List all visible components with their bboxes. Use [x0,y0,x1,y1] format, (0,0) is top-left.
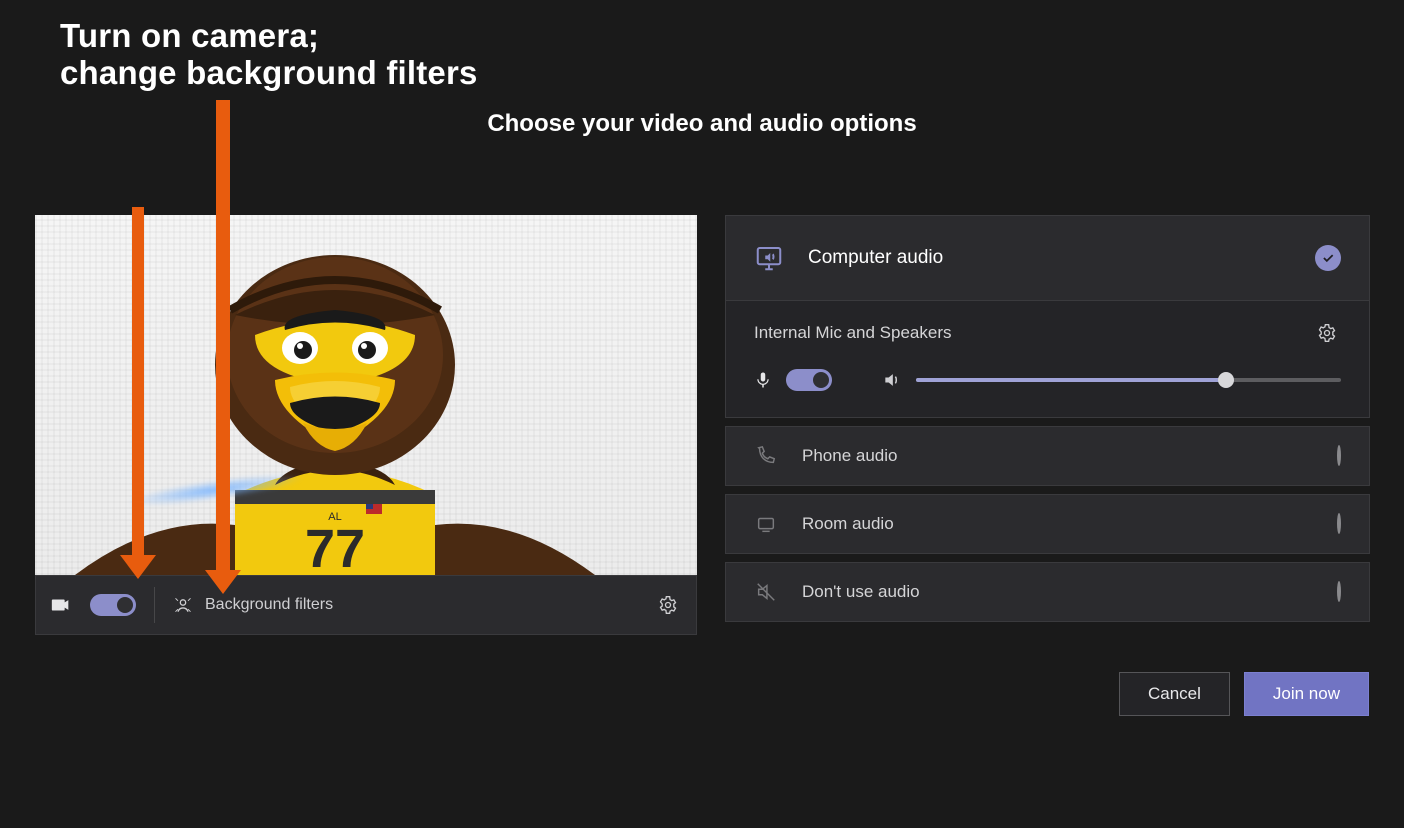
volume-slider-thumb[interactable] [1218,372,1234,388]
selected-check-icon [1315,245,1341,271]
gear-icon [658,595,678,615]
audio-option-computer[interactable]: Computer audio [725,215,1370,301]
radio-empty-icon [1337,581,1341,602]
camera-toggle[interactable] [90,594,136,616]
join-now-button[interactable]: Join now [1244,672,1369,716]
join-now-button-label: Join now [1273,684,1340,704]
audio-option-phone[interactable]: Phone audio [725,426,1370,486]
audio-option-none[interactable]: Don't use audio [725,562,1370,622]
phone-icon [754,445,778,467]
speaker-icon [882,370,902,390]
annotation-arrow-bgfilters [216,100,230,572]
footer-buttons: Cancel Join now [1119,672,1369,716]
microphone-icon [754,371,772,389]
svg-text:AL: AL [328,511,341,523]
audio-option-room[interactable]: Room audio [725,494,1370,554]
camera-icon [50,594,72,616]
background-filters-label: Background filters [205,596,333,614]
audio-option-phone-label: Phone audio [802,446,897,466]
divider [154,587,155,623]
audio-primary-block: Computer audio Internal Mic and Speakers [725,215,1370,418]
background-filters-icon [173,595,193,615]
cancel-button-label: Cancel [1148,684,1201,704]
gear-icon [1317,323,1337,343]
annotation-line1: Turn on camera; [60,18,478,55]
volume-slider[interactable] [916,378,1341,382]
background-filters-button[interactable]: Background filters [173,595,333,615]
audio-option-room-label: Room audio [802,514,894,534]
audio-settings-button[interactable] [1313,319,1341,347]
audio-device-label: Internal Mic and Speakers [754,323,952,343]
audio-option-none-label: Don't use audio [802,582,920,602]
svg-text:77: 77 [305,519,365,575]
annotation-arrow-camera [132,207,144,557]
computer-audio-icon [754,243,784,273]
audio-option-computer-label: Computer audio [808,247,943,269]
page-title: Choose your video and audio options [0,110,1404,138]
video-controls-bar: Background filters [35,575,697,635]
annotation-line2: change background filters [60,55,478,92]
radio-empty-icon [1337,513,1341,534]
video-settings-button[interactable] [654,591,682,619]
microphone-toggle[interactable] [786,369,832,391]
audio-column: Computer audio Internal Mic and Speakers [725,215,1370,655]
audio-device-block: Internal Mic and Speakers [725,301,1370,418]
no-audio-icon [754,581,778,603]
annotation-text: Turn on camera; change background filter… [60,18,478,92]
cancel-button[interactable]: Cancel [1119,672,1230,716]
room-icon [754,513,778,535]
volume-slider-fill [916,378,1226,382]
radio-empty-icon [1337,445,1341,466]
